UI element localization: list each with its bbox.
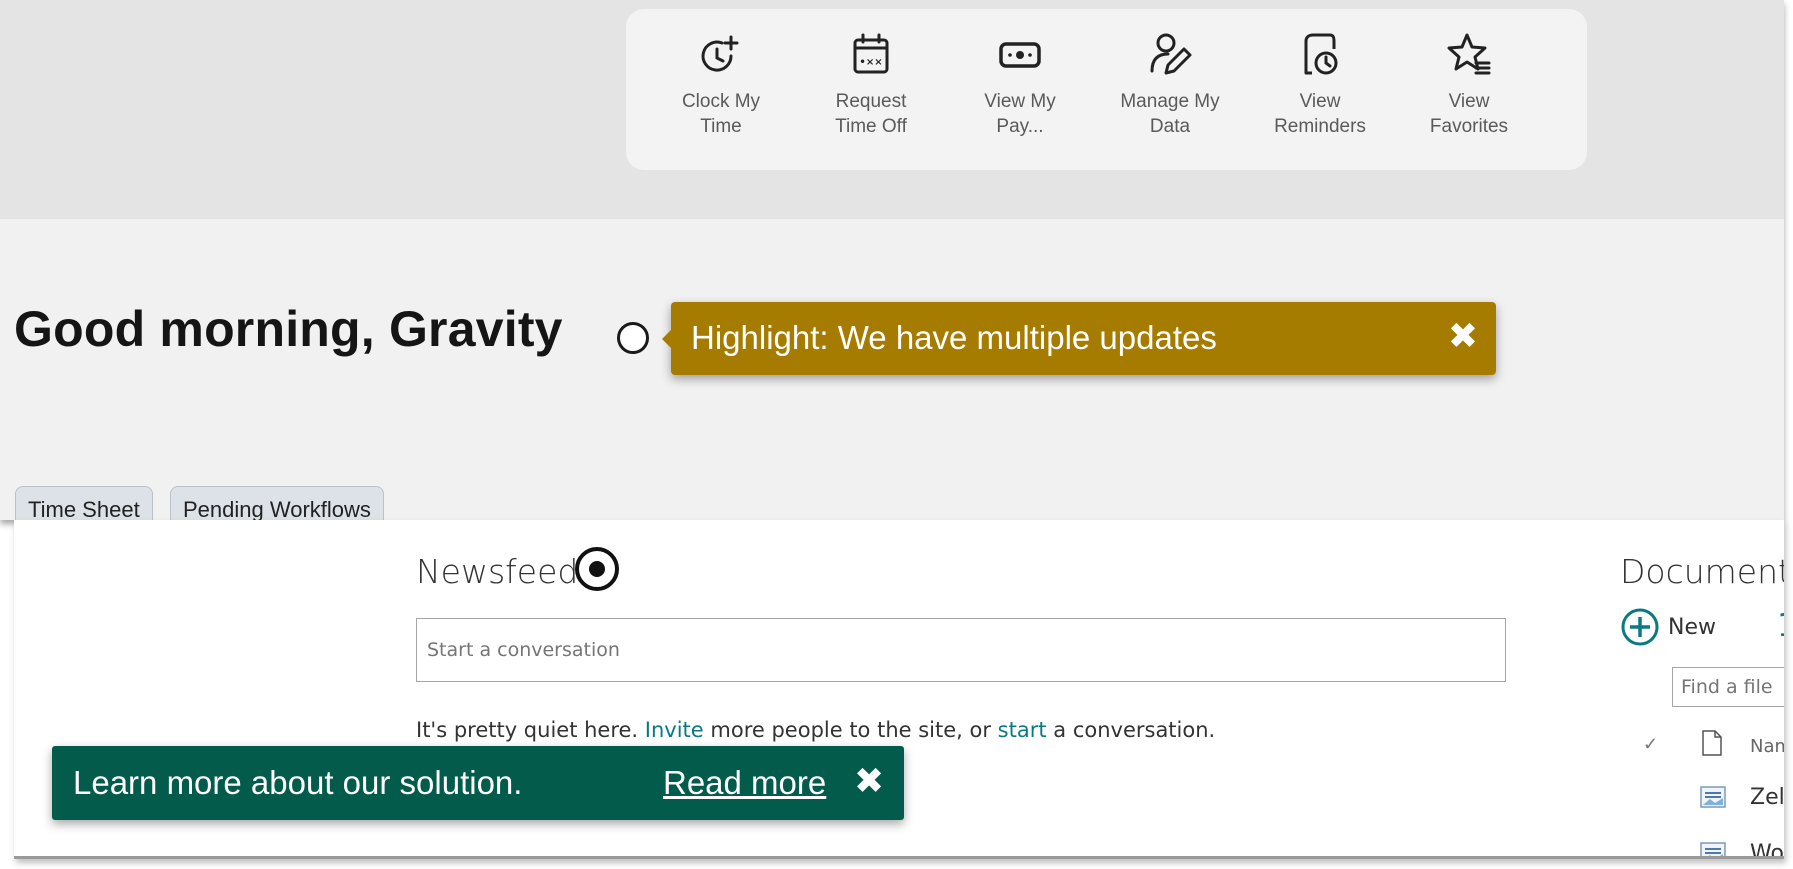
- conversation-input[interactable]: [416, 618, 1506, 682]
- new-document-label: New: [1668, 614, 1716, 640]
- clock-plus-icon: [701, 35, 739, 72]
- quick-action-view-my-pay[interactable]: View My Pay...: [950, 29, 1090, 139]
- reminder-icon: [1304, 33, 1338, 75]
- quick-action-view-reminders[interactable]: View Reminders: [1250, 29, 1390, 139]
- start-link[interactable]: start: [998, 718, 1047, 742]
- learn-more-text: Learn more about our solution.: [73, 764, 523, 801]
- money-icon: [999, 42, 1041, 68]
- newsfeed-title: Newsfeed: [416, 552, 579, 591]
- tab-pending-workflows[interactable]: Pending Workflows: [170, 486, 384, 520]
- close-icon[interactable]: ✖: [1448, 316, 1478, 356]
- quick-action-label: Manage My Data: [1120, 91, 1220, 137]
- quick-action-label: View Reminders: [1274, 91, 1366, 137]
- star-list-icon: [1447, 33, 1491, 75]
- image-file-icon: [1700, 786, 1726, 808]
- document-name: WoW: [1750, 840, 1784, 859]
- find-file-input[interactable]: [1672, 667, 1784, 707]
- quick-action-request-time-off[interactable]: •×× Request Time Off: [801, 29, 941, 139]
- invite-link[interactable]: Invite: [645, 718, 704, 742]
- highlight-text: Highlight: We have multiple updates: [691, 319, 1217, 356]
- document-name: Zelda: [1750, 784, 1784, 810]
- svg-text:•××: •××: [859, 57, 882, 68]
- select-all-check[interactable]: ✓: [1643, 734, 1658, 755]
- person-edit-icon: [1150, 33, 1192, 75]
- column-header-name[interactable]: Name: [1750, 736, 1784, 757]
- quiet-text-middle: more people to the site, or: [703, 718, 998, 742]
- plus-circle-icon: [1621, 608, 1659, 646]
- quick-action-label: Clock My Time: [681, 91, 761, 137]
- highlight-beacon[interactable]: [617, 322, 649, 354]
- quick-action-label: View Favorites: [1429, 91, 1509, 137]
- top-screenshot-panel: Clock My Time •×× Request Time Off View …: [0, 0, 1784, 520]
- quiet-message: It's pretty quiet here. Invite more peop…: [416, 718, 1215, 742]
- quiet-text-end: a conversation.: [1046, 718, 1216, 742]
- tab-time-sheet[interactable]: Time Sheet: [15, 486, 153, 520]
- calendar-icon: •××: [853, 33, 889, 74]
- document-row[interactable]: WoW: [1700, 838, 1784, 859]
- learn-more-banner: Learn more about our solution. Read more…: [52, 746, 904, 820]
- file-icon: [1702, 730, 1722, 756]
- quick-action-manage-my-data[interactable]: Manage My Data: [1100, 29, 1240, 139]
- newsfeed-beacon[interactable]: [575, 547, 619, 591]
- quick-action-clock-my-time[interactable]: Clock My Time: [651, 29, 791, 139]
- quick-action-label: View My Pay...: [984, 91, 1056, 137]
- close-icon[interactable]: ✖: [854, 761, 884, 801]
- documents-count[interactable]: 1: [1777, 606, 1784, 644]
- read-more-link[interactable]: Read more: [663, 764, 826, 802]
- highlight-tooltip: Highlight: We have multiple updates ✖: [662, 302, 1496, 375]
- new-document-button[interactable]: New: [1620, 605, 1716, 649]
- quick-action-view-favorites[interactable]: View Favorites: [1399, 29, 1539, 139]
- greeting-heading: Good morning, Gravity: [14, 301, 563, 357]
- document-row[interactable]: Zelda: [1700, 782, 1784, 812]
- image-file-icon: [1700, 842, 1726, 856]
- documents-title: Documents: [1620, 552, 1784, 591]
- quiet-text-start: It's pretty quiet here.: [416, 718, 645, 742]
- quick-action-label: Request Time Off: [835, 91, 907, 137]
- quick-actions-bar: Clock My Time •×× Request Time Off View …: [626, 9, 1587, 170]
